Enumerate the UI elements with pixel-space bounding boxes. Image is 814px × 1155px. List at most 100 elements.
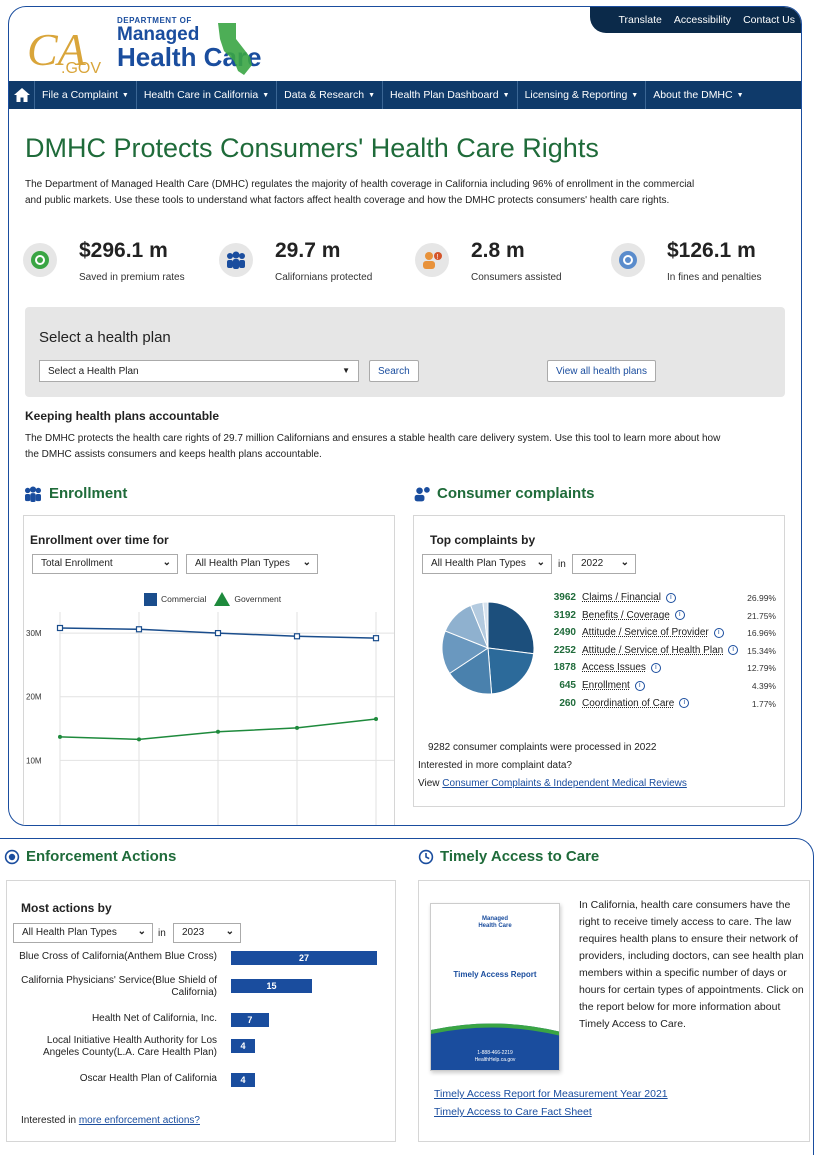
chevron-down-icon: ⌄ (137, 926, 146, 937)
data-point-government (216, 729, 220, 734)
search-button[interactable]: Search (369, 360, 419, 382)
more-enforcement-link[interactable]: more enforcement actions? (79, 1115, 200, 1126)
info-icon[interactable]: i (679, 698, 690, 709)
complaint-label[interactable]: Attitude / Service of Provider (582, 627, 709, 638)
enrollment-type-dropdown[interactable]: Total Enrollment ⌄ (32, 554, 178, 574)
svg-text:!: ! (437, 254, 439, 261)
complaint-count: 3192 (553, 609, 576, 621)
timely-heading: Timely Access to Care (418, 848, 599, 865)
timely-fact-sheet-link[interactable]: Timely Access to Care Fact Sheet (434, 1106, 592, 1118)
complaint-label[interactable]: Coordination of Care (582, 698, 674, 709)
contact-link[interactable]: Contact Us (743, 14, 795, 26)
health-plan-select[interactable]: Select a Health Plan ▼ (39, 360, 359, 382)
complaint-label[interactable]: Attitude / Service of Health Plan (582, 645, 723, 656)
caret-down-icon: ▼ (368, 91, 376, 99)
legend-government-swatch (214, 592, 231, 606)
nav-licensing-reporting[interactable]: Licensing & Reporting ▼ (518, 81, 647, 109)
complaint-label[interactable]: Enrollment (582, 680, 630, 691)
dropdown-value: 2023 (182, 927, 205, 938)
complaint-row[interactable]: 260 Coordination of Care i (536, 698, 690, 709)
nav-health-care-california[interactable]: Health Care in California ▼ (137, 81, 278, 109)
enrollment-line-chart: 30M 20M 10M (26, 612, 394, 825)
timely-access-report-thumbnail[interactable]: Managed Health Care Timely Access Report… (430, 903, 560, 1071)
info-icon[interactable]: i (665, 592, 676, 603)
timely-report-2021-link[interactable]: Timely Access Report for Measurement Yea… (434, 1088, 668, 1100)
bar-category-label: Health Net of California, Inc. (91, 1013, 217, 1024)
info-icon[interactable]: i (713, 627, 724, 638)
view-all-plans-button[interactable]: View all health plans (547, 360, 656, 382)
nav-label: Health Care in California (143, 89, 259, 101)
caret-down-icon: ▼ (262, 91, 270, 99)
pie-slice (487, 647, 535, 695)
complaint-row[interactable]: 3192 Benefits / Coverage i (536, 610, 685, 621)
report-title: Timely Access Report (453, 970, 537, 979)
data-point-commercial (135, 626, 143, 633)
complaints-imr-link[interactable]: Consumer Complaints & Independent Medica… (442, 778, 687, 789)
bar-category-label: Blue Cross of California(Anthem Blue Cro… (19, 951, 217, 962)
complaint-percent: 21.75% (747, 610, 776, 621)
enrollment-plan-type-dropdown[interactable]: All Health Plan Types ⌄ (186, 554, 318, 574)
nav-file-complaint[interactable]: File a Complaint ▼ (35, 81, 137, 109)
people-icon (25, 485, 41, 502)
data-point-government (295, 725, 299, 730)
complaint-label[interactable]: Access Issues (582, 662, 646, 673)
complaint-row[interactable]: 645 Enrollment i (536, 680, 645, 691)
complaint-percent: 26.99% (747, 593, 776, 603)
enforcement-plan-type-dropdown[interactable]: All Health Plan Types ⌄ (13, 923, 153, 943)
complaints-year-dropdown[interactable]: 2022 ⌄ (572, 554, 636, 574)
translate-link[interactable]: Translate (618, 14, 661, 26)
nav-about-dmhc[interactable]: About the DMHC ▼ (646, 81, 750, 109)
info-icon[interactable]: i (674, 610, 685, 621)
gov-logo-text: .GOV (61, 60, 101, 77)
enforcement-heading-text: Enforcement Actions (26, 848, 177, 865)
complaint-label[interactable]: Benefits / Coverage (582, 610, 670, 621)
in-label: in (158, 928, 166, 939)
complaint-percent: 12.79% (747, 663, 776, 674)
enforcement-bar[interactable]: 27 (231, 951, 377, 965)
enrollment-heading-text: Enrollment (49, 485, 128, 502)
enrollment-legend: Commercial Government (144, 592, 281, 606)
chevron-down-icon: ⌄ (536, 557, 545, 568)
report-logo: Managed Health Care (431, 916, 559, 930)
complaint-label[interactable]: Claims / Financial (582, 592, 661, 603)
caret-down-icon: ▼ (342, 366, 350, 375)
ca-gov-logo[interactable]: CA .GOV (23, 21, 113, 77)
complaint-row[interactable]: 2252 Attitude / Service of Health Plan i (536, 645, 739, 656)
main-nav: File a Complaint ▼ Health Care in Califor… (9, 81, 801, 109)
chevron-down-icon: ⌄ (620, 557, 629, 568)
info-icon[interactable]: i (634, 680, 645, 691)
accountable-text: The DMHC protects the health care rights… (25, 433, 721, 460)
nav-label: Data & Research (284, 89, 365, 101)
complaint-row[interactable]: 1878 Access Issues i (536, 662, 661, 673)
report-phone: 1-888-466-2219 (477, 1050, 513, 1056)
stat-label: Consumers assisted (471, 272, 562, 283)
info-icon[interactable]: i (650, 662, 661, 673)
legend-commercial-swatch (144, 592, 157, 606)
enforcement-bar[interactable]: 7 (231, 1013, 269, 1027)
accessibility-link[interactable]: Accessibility (674, 14, 731, 26)
accountable-title: Keeping health plans accountable (25, 409, 220, 423)
data-point-commercial (56, 624, 64, 632)
bar-category-label: Oscar Health Plan of California (79, 1073, 217, 1084)
complaint-row[interactable]: 3962 Claims / Financial i (536, 592, 676, 603)
report-contact: 1-888-466-2219 HealthHelp.ca.gov (431, 1050, 559, 1064)
caret-down-icon: ▼ (121, 91, 129, 99)
person-alert-icon (414, 486, 430, 501)
data-point-government (137, 737, 141, 742)
enforcement-bar[interactable]: 15 (231, 979, 313, 993)
home-icon[interactable] (9, 81, 35, 109)
complaints-plan-type-dropdown[interactable]: All Health Plan Types ⌄ (422, 554, 552, 574)
enforcement-year-dropdown[interactable]: 2023 ⌄ (173, 923, 241, 943)
legend-commercial-label: Commercial (161, 594, 207, 604)
nav-health-plan-dashboard[interactable]: Health Plan Dashboard ▼ (383, 81, 518, 109)
enforcement-bar[interactable]: 4 (231, 1073, 255, 1087)
complaints-view-line: View Consumer Complaints & Independent M… (418, 778, 687, 789)
y-tick-label: 20M (26, 693, 42, 702)
enrollment-panel: Enrollment over time for Total Enrollmen… (23, 515, 395, 825)
bar-category-label: California Physicians' Service(Blue Shie… (21, 975, 217, 998)
complaint-row[interactable]: 2490 Attitude / Service of Provider i (536, 627, 724, 638)
nav-label: File a Complaint (42, 89, 118, 101)
report-site: HealthHelp.ca.gov (474, 1057, 516, 1063)
enforcement-bar[interactable]: 4 (231, 1039, 255, 1053)
nav-data-research[interactable]: Data & Research ▼ (277, 81, 384, 109)
